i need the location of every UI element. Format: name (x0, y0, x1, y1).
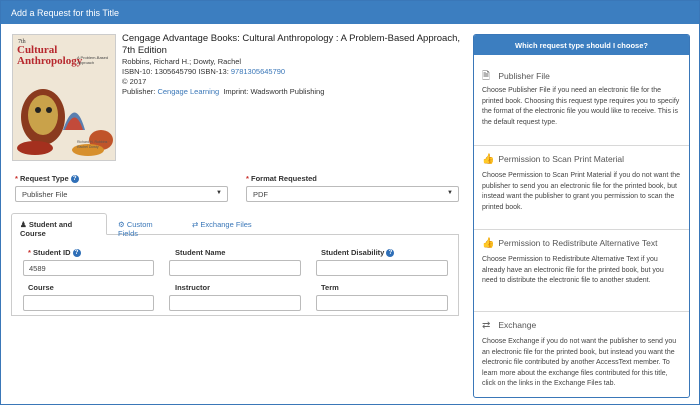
option-title: Publisher File (498, 71, 550, 81)
exchange-icon: ⇄ (482, 320, 491, 331)
help-icon[interactable]: ? (70, 175, 79, 184)
isbn13-label: ISBN-13: (198, 67, 229, 76)
exchange-icon: ⇄ (192, 220, 199, 229)
term-input[interactable] (316, 295, 448, 311)
book-info: Cengage Advantage Books: Cultural Anthro… (122, 33, 467, 97)
term-label: Term (321, 283, 339, 292)
student-id-label: * Student ID ? (28, 248, 81, 258)
student-name-label: Student Name (175, 248, 226, 257)
option-description: Choose Publisher File if you need an ele… (482, 87, 680, 126)
option-title: Permission to Redistribute Alternative T… (498, 238, 658, 248)
student-disability-input[interactable] (316, 260, 448, 276)
book-authors: Robbins, Richard H.; Dowty, Rachel (122, 57, 242, 66)
file-icon: 🗎 (482, 71, 491, 82)
gear-icon: ⚙ (118, 220, 125, 229)
publisher-link[interactable]: Cengage Learning (157, 87, 219, 96)
publisher-label: Publisher: (122, 87, 156, 96)
user-icon: ♟ (20, 220, 27, 229)
option-title: Permission to Scan Print Material (498, 154, 625, 164)
student-id-input[interactable]: 4589 (23, 260, 154, 276)
isbn13-link[interactable]: 9781305645790 (231, 67, 285, 76)
option-description: Choose Permission to Redistribute Altern… (482, 256, 664, 284)
tab-bar: ♟ Student and Course ⚙ Custom Fields ⇄ E… (11, 213, 459, 238)
option-publisher-file: 🗎 Publisher File Choose Publisher File i… (474, 61, 689, 128)
cover-authors: Richard H. Robbins · Rachel Dowty (77, 140, 110, 149)
book-isbn: ISBN-10: 1305645790 ISBN-13: 97813056457… (122, 67, 467, 77)
option-permission-redistribute: 👍 Permission to Redistribute Alternative… (474, 229, 689, 287)
isbn10-value: 1305645790 (154, 67, 197, 76)
help-icon[interactable]: ? (386, 249, 395, 258)
student-disability-label: Student Disability ? (321, 248, 395, 258)
request-type-help-panel: Which request type should I choose? 🗎 Pu… (473, 34, 690, 398)
imprint-value: Wadsworth Publishing (250, 87, 325, 96)
option-permission-scan: 👍 Permission to Scan Print Material Choo… (474, 145, 689, 213)
format-requested-label: * Format Requested (246, 174, 317, 183)
book-title: Cengage Advantage Books: Cultural Anthro… (122, 33, 461, 56)
thumbs-up-icon: 👍 (482, 238, 495, 249)
chevron-down-icon: ▼ (447, 190, 453, 196)
chevron-down-icon: ▼ (216, 190, 222, 196)
dialog-title: Add a Request for this Title (1, 1, 699, 24)
tab-exchange-files[interactable]: ⇄ Exchange Files (183, 213, 263, 235)
book-copyright: © 2017 (122, 77, 147, 86)
help-panel-title: Which request type should I choose? (474, 35, 689, 55)
request-type-select[interactable]: Publisher File ▼ (15, 186, 228, 202)
book-publisher: Publisher: Cengage Learning Imprint: Wad… (122, 87, 467, 97)
option-exchange: ⇄ Exchange Choose Exchange if you do not… (474, 311, 689, 390)
instructor-input[interactable] (169, 295, 301, 311)
isbn10-label: ISBN-10: (122, 67, 153, 76)
request-type-label: * Request Type ? (15, 174, 79, 184)
cover-subtitle: A Problem-Based Approach (77, 55, 109, 65)
cover-title: Cultural Anthropology (17, 44, 83, 67)
student-name-input[interactable] (169, 260, 301, 276)
option-description: Choose Permission to Scan Print Material… (482, 172, 681, 211)
thumbs-up-icon: 👍 (482, 154, 495, 165)
book-cover-image: 7th Cultural Anthropology A Problem-Base… (12, 34, 116, 161)
tab-custom-fields[interactable]: ⚙ Custom Fields (109, 213, 181, 238)
imprint-label: Imprint: (223, 87, 249, 96)
option-title: Exchange (498, 320, 537, 330)
help-icon[interactable]: ? (72, 249, 81, 258)
format-requested-select[interactable]: PDF ▼ (246, 186, 459, 202)
course-label: Course (28, 283, 54, 292)
course-input[interactable] (23, 295, 154, 311)
dialog-frame: Add a Request for this Title 7th Cultura… (0, 0, 700, 405)
tab-student-and-course[interactable]: ♟ Student and Course (11, 213, 107, 238)
instructor-label: Instructor (175, 283, 211, 292)
option-description: Choose Exchange if you do not want the p… (482, 338, 677, 387)
